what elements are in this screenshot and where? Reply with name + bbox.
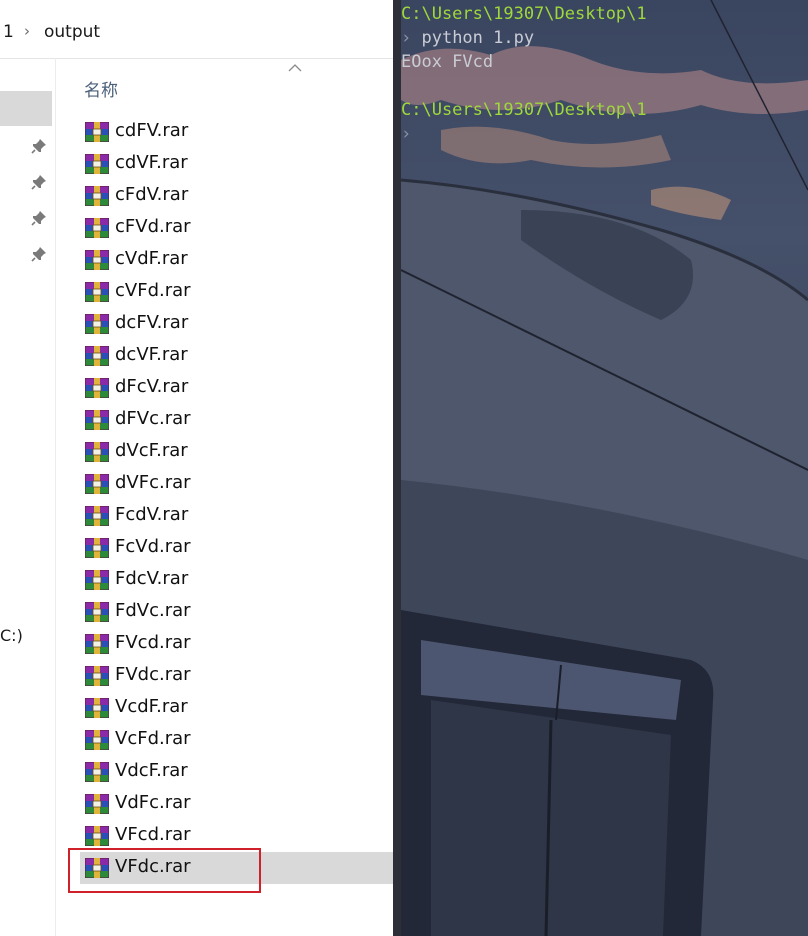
terminal-command: python 1.py — [421, 28, 535, 48]
rar-archive-icon — [84, 345, 110, 367]
pin-icon[interactable] — [31, 174, 47, 190]
file-row[interactable]: dcFV.rar — [80, 308, 393, 340]
nav-item-selected[interactable] — [0, 91, 52, 126]
breadcrumb-item-1[interactable]: 1 — [3, 22, 14, 42]
nav-item-drive-c[interactable]: C:) — [0, 626, 23, 645]
file-name: FdcV.rar — [115, 568, 189, 589]
terminal-background-image — [401, 0, 808, 936]
file-row[interactable]: VFdc.rar — [80, 852, 393, 884]
rar-archive-icon — [84, 217, 110, 239]
file-explorer-window: 1 › output C:) 名称 cdFV.rar cdVF.rar cFdV.r… — [0, 0, 393, 936]
rar-archive-icon — [84, 249, 110, 271]
terminal-prompt: C:\Users\19307\Desktop\1 — [401, 4, 647, 24]
file-row[interactable]: FdVc.rar — [80, 596, 393, 628]
file-name: dVcF.rar — [115, 440, 188, 461]
rar-archive-icon — [84, 505, 110, 527]
window-divider — [393, 0, 401, 936]
terminal-input-cursor-icon[interactable]: › — [401, 124, 411, 144]
terminal-window[interactable]: C:\Users\19307\Desktop\1 › python 1.py E… — [401, 0, 808, 936]
file-name: cdVF.rar — [115, 152, 188, 173]
file-row[interactable]: dcVF.rar — [80, 340, 393, 372]
rar-archive-icon — [84, 697, 110, 719]
file-name: cdFV.rar — [115, 120, 189, 141]
rar-archive-icon — [84, 665, 110, 687]
file-name: FVdc.rar — [115, 664, 191, 685]
file-row[interactable]: FVdc.rar — [80, 660, 393, 692]
file-name: FcdV.rar — [115, 504, 189, 525]
file-name: dcVF.rar — [115, 344, 188, 365]
rar-archive-icon — [84, 185, 110, 207]
column-header-name[interactable]: 名称 — [84, 76, 118, 101]
rar-archive-icon — [84, 537, 110, 559]
file-row[interactable]: FdcV.rar — [80, 564, 393, 596]
pin-icon[interactable] — [31, 210, 47, 226]
navigation-pane: C:) — [0, 58, 56, 936]
file-row[interactable]: cdVF.rar — [80, 148, 393, 180]
file-name: VFdc.rar — [115, 856, 191, 877]
file-name: dFVc.rar — [115, 408, 191, 429]
rar-archive-icon — [84, 313, 110, 335]
file-name: dVFc.rar — [115, 472, 191, 493]
terminal-command-line: › python 1.py — [401, 28, 534, 48]
rar-archive-icon — [84, 793, 110, 815]
file-name: VdcF.rar — [115, 760, 188, 781]
file-name: VFcd.rar — [115, 824, 191, 845]
file-row[interactable]: FcVd.rar — [80, 532, 393, 564]
file-name: FcVd.rar — [115, 536, 191, 557]
rar-archive-icon — [84, 281, 110, 303]
file-name: VdFc.rar — [115, 792, 191, 813]
file-row[interactable]: VcFd.rar — [80, 724, 393, 756]
file-row[interactable]: dVcF.rar — [80, 436, 393, 468]
file-list: cdFV.rar cdVF.rar cFdV.rar cFVd.rar cVdF.rar… — [80, 116, 393, 884]
terminal-prompt-chevron-icon: › — [401, 28, 422, 48]
breadcrumb-item-output[interactable]: output — [44, 22, 100, 42]
file-name: dFcV.rar — [115, 376, 189, 397]
file-name: FdVc.rar — [115, 600, 191, 621]
rar-archive-icon — [84, 569, 110, 591]
rar-archive-icon — [84, 409, 110, 431]
rar-archive-icon — [84, 729, 110, 751]
file-row[interactable]: dFVc.rar — [80, 404, 393, 436]
file-name: cFVd.rar — [115, 216, 191, 237]
file-row[interactable]: VdFc.rar — [80, 788, 393, 820]
file-row[interactable]: FcdV.rar — [80, 500, 393, 532]
terminal-output: EOox FVcd — [401, 52, 494, 72]
rar-archive-icon — [84, 441, 110, 463]
file-row[interactable]: cVdF.rar — [80, 244, 393, 276]
rar-archive-icon — [84, 473, 110, 495]
file-name: FVcd.rar — [115, 632, 191, 653]
terminal-prompt: C:\Users\19307\Desktop\1 — [401, 100, 647, 120]
file-row[interactable]: VdcF.rar — [80, 756, 393, 788]
rar-archive-icon — [84, 633, 110, 655]
file-name: VcdF.rar — [115, 696, 188, 717]
file-row[interactable]: cFVd.rar — [80, 212, 393, 244]
file-row[interactable]: cVFd.rar — [80, 276, 393, 308]
file-name: cFdV.rar — [115, 184, 189, 205]
file-row[interactable]: VFcd.rar — [80, 820, 393, 852]
file-name: VcFd.rar — [115, 728, 191, 749]
file-name: dcFV.rar — [115, 312, 189, 333]
rar-archive-icon — [84, 121, 110, 143]
file-row[interactable]: VcdF.rar — [80, 692, 393, 724]
file-name: cVdF.rar — [115, 248, 188, 269]
file-row[interactable]: cdFV.rar — [80, 116, 393, 148]
pin-icon[interactable] — [31, 246, 47, 262]
pin-icon[interactable] — [31, 138, 47, 154]
file-row[interactable]: FVcd.rar — [80, 628, 393, 660]
rar-archive-icon — [84, 377, 110, 399]
rar-archive-icon — [84, 601, 110, 623]
file-row[interactable]: dVFc.rar — [80, 468, 393, 500]
file-row[interactable]: cFdV.rar — [80, 180, 393, 212]
rar-archive-icon — [84, 761, 110, 783]
sort-ascending-icon[interactable] — [288, 63, 302, 73]
rar-archive-icon — [84, 825, 110, 847]
rar-archive-icon — [84, 153, 110, 175]
file-name: cVFd.rar — [115, 280, 191, 301]
file-row[interactable]: dFcV.rar — [80, 372, 393, 404]
breadcrumb: 1 › output — [0, 0, 393, 59]
rar-archive-icon — [84, 857, 110, 879]
breadcrumb-separator-icon[interactable]: › — [24, 22, 30, 40]
